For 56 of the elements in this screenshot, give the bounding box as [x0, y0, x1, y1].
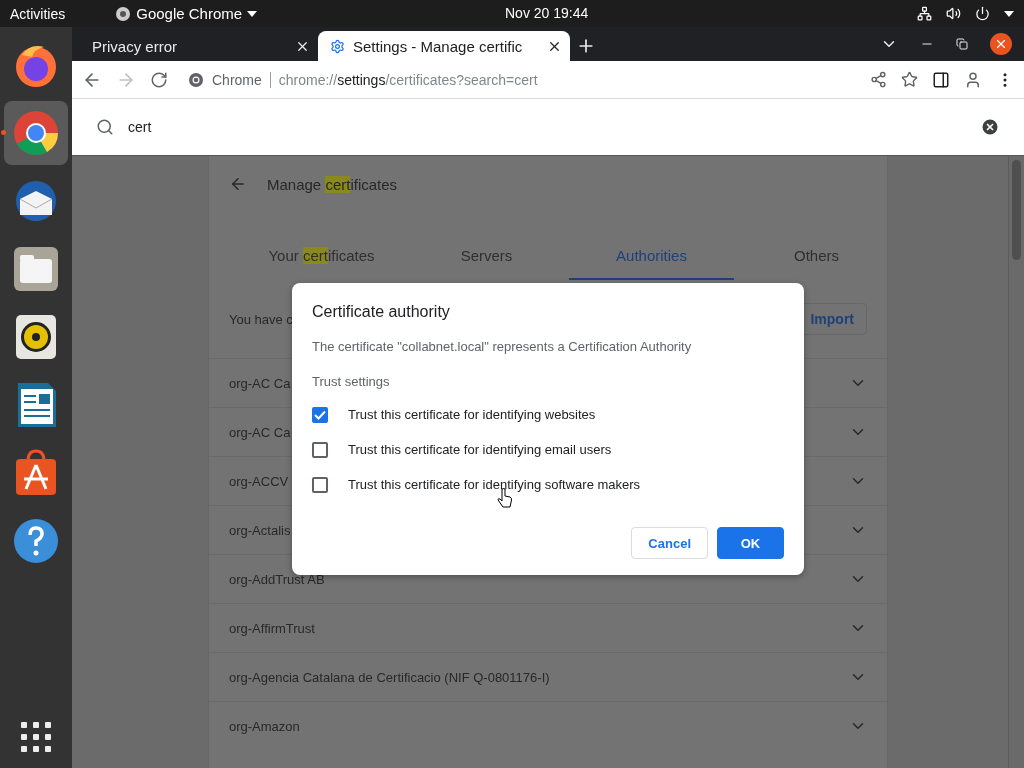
- chrome-icon: [188, 71, 204, 88]
- clock[interactable]: Nov 20 19:44: [505, 5, 589, 21]
- checkbox-label[interactable]: Trust this certificate for identifying email users: [348, 442, 612, 457]
- help-icon: [12, 517, 60, 565]
- site-label: Chrome: [212, 71, 262, 88]
- browser-tab[interactable]: Settings - Manage certific: [318, 31, 570, 61]
- scrollbar[interactable]: [1008, 156, 1024, 768]
- app-name: Google Chrome: [136, 5, 243, 22]
- star-icon[interactable]: [901, 71, 918, 88]
- ok-button[interactable]: OK: [717, 527, 784, 559]
- power-icon[interactable]: [975, 6, 990, 21]
- back-icon[interactable]: [229, 175, 247, 193]
- certificate-row[interactable]: org-AC Ca: [229, 424, 291, 440]
- certificate-row[interactable]: org-Amazon: [229, 718, 300, 734]
- certificate-row[interactable]: org-Agencia Catalana de Certificacio (NIF Q-0801176-I): [229, 669, 550, 685]
- dialog-description: The certificate "collabnet.local" represents a Certification Authority: [312, 339, 693, 354]
- certificate-tab[interactable]: Authorities: [569, 232, 734, 280]
- browser-tab[interactable]: Privacy error: [80, 31, 318, 61]
- close-window-button[interactable]: [990, 33, 1012, 55]
- chrome-icon: [12, 109, 60, 157]
- cancel-button[interactable]: Cancel: [631, 527, 708, 559]
- certificate-row[interactable]: org-AC Ca: [229, 375, 291, 391]
- restore-icon[interactable]: [956, 38, 968, 50]
- checkbox-label[interactable]: Trust this certificate for identifying software makers: [348, 477, 641, 492]
- certificate-row[interactable]: org-Actalis: [229, 522, 291, 538]
- share-icon[interactable]: [870, 71, 887, 88]
- network-icon[interactable]: [917, 6, 932, 21]
- intro-text: You have c: [229, 311, 293, 327]
- checkbox-label[interactable]: Trust this certificate for identifying websites: [348, 407, 596, 422]
- caret-icon: [247, 10, 258, 17]
- certificate-tab[interactable]: Servers: [404, 232, 569, 280]
- reload-icon[interactable]: [150, 70, 168, 89]
- certificate-row[interactable]: org-AddTrust AB: [229, 571, 325, 587]
- checkbox[interactable]: [312, 441, 328, 458]
- dialog-title: Certificate authority: [312, 303, 451, 321]
- url-field[interactable]: chrome://settings/certificates?search=cert: [278, 71, 538, 88]
- caret-icon[interactable]: [1004, 10, 1014, 17]
- checkbox[interactable]: [312, 406, 328, 423]
- certificate-tab[interactable]: Others: [734, 232, 899, 280]
- section-label: Trust settings: [312, 374, 391, 389]
- volume-icon[interactable]: [946, 6, 961, 21]
- certificate-row[interactable]: org-AffirmTrust: [229, 620, 315, 636]
- checkbox[interactable]: [312, 476, 328, 493]
- search-field[interactable]: cert: [128, 119, 152, 135]
- close-icon: [994, 37, 1008, 51]
- profile-icon[interactable]: [964, 70, 982, 89]
- dock-item[interactable]: [4, 101, 68, 165]
- activities-button[interactable]: Activities: [10, 5, 66, 22]
- chrome-icon: [115, 5, 132, 22]
- clear-icon[interactable]: [980, 117, 1000, 137]
- app-menu[interactable]: Google Chrome: [115, 5, 258, 22]
- folder-icon: [12, 245, 60, 293]
- certificate-row[interactable]: org-ACCV: [229, 473, 289, 489]
- side-panel-icon[interactable]: [932, 70, 950, 89]
- gear-icon: [330, 38, 345, 54]
- search-icon: [96, 118, 114, 136]
